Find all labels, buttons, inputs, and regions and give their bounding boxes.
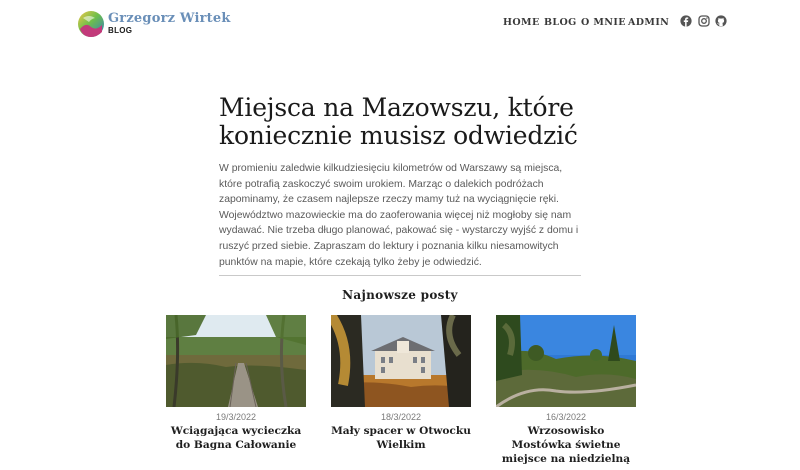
divider [219,275,581,276]
post-thumbnail[interactable] [166,315,306,407]
nav-o-mnie[interactable]: O MNIE [581,17,626,28]
post-date: 16/3/2022 [545,412,587,422]
post-title[interactable]: Wrzosowisko Mostówka świetne miejsce na … [496,424,636,470]
post-card[interactable]: 19/3/2022 Wciągająca wycieczka do Bagna … [166,315,306,452]
post-card[interactable]: 16/3/2022 Wrzosowisko Mostówka świetne m… [496,315,636,470]
nav-admin[interactable]: ADMIN [628,17,669,28]
post-date: 18/3/2022 [380,412,422,422]
post-date: 19/3/2022 [215,412,257,422]
nav-home[interactable]: HOME [503,17,540,28]
post-card[interactable]: 18/3/2022 Mały spacer w Otwocku Wielkim [331,315,471,452]
intro-paragraph: W promieniu zaledwie kilkudziesięciu kil… [219,163,579,268]
latest-posts-heading: Najnowsze posty [342,288,458,302]
post-thumbnail[interactable] [496,315,636,407]
site-header: Grzegorz Wirtek BLOG HOME BLOG O MNIE AD… [0,0,800,48]
nav-blog[interactable]: BLOG [544,17,577,28]
facebook-icon[interactable] [680,15,692,27]
instagram-icon[interactable] [698,15,710,27]
post-title[interactable]: Wciągająca wycieczka do Bagna Całowanie [166,424,306,452]
post-thumbnail[interactable] [331,315,471,407]
page-title: Miejsca na Mazowszu, które koniecznie mu… [219,93,578,150]
github-icon[interactable] [715,15,727,27]
post-title[interactable]: Mały spacer w Otwocku Wielkim [331,424,471,452]
